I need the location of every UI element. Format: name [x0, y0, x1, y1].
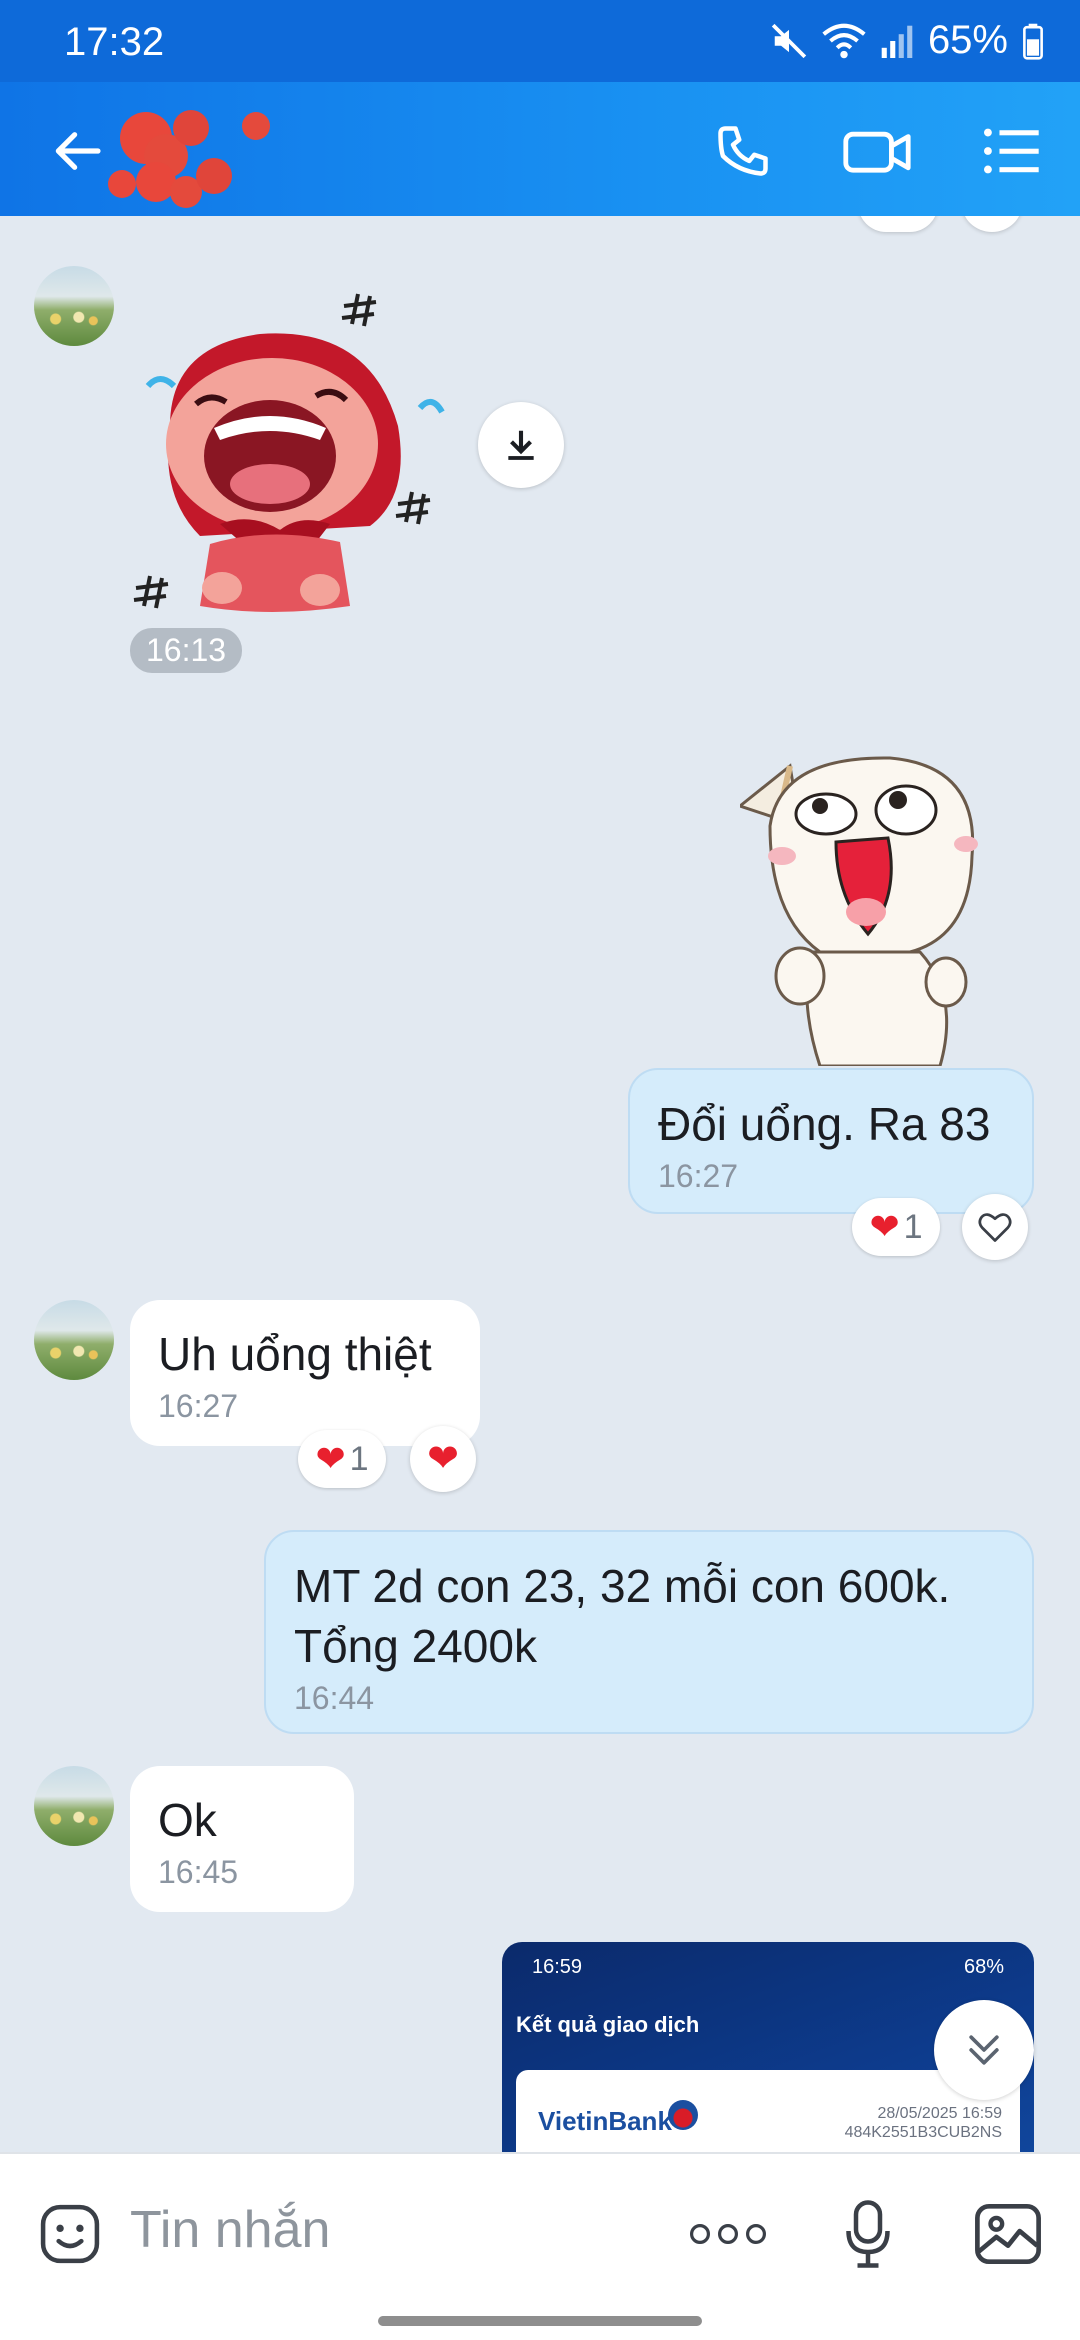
- voice-message-button[interactable]: [828, 2190, 908, 2278]
- sticker-red-hood-girl[interactable]: [130, 276, 470, 616]
- preview-receipt-card: VietinBank 28/05/2025 16:59 484K2551B3CU…: [516, 2070, 1020, 2152]
- chevron-double-down-icon: [969, 2035, 999, 2065]
- more-options-button[interactable]: [680, 2194, 776, 2274]
- contact-avatar[interactable]: [34, 1766, 114, 1846]
- more-dots-icon: [690, 2224, 766, 2244]
- previous-reaction[interactable]: [858, 216, 938, 232]
- message-time: 16:45: [158, 1854, 239, 1890]
- contact-avatar[interactable]: [34, 266, 114, 346]
- reaction-summary[interactable]: ❤ 1: [298, 1430, 386, 1488]
- message-text: Uh uổng thiệt: [158, 1328, 432, 1380]
- message-time: 16:44: [294, 1680, 375, 1716]
- heart-outline-icon: [978, 1213, 1012, 1242]
- chat-header: [0, 82, 1080, 216]
- contact-name-redacted[interactable]: [96, 104, 306, 214]
- message-time: 16:27: [158, 1388, 239, 1424]
- battery-percent: 65%: [927, 18, 1008, 62]
- sticker-button[interactable]: [30, 2194, 110, 2274]
- bank-logo-text: VietinBank: [538, 2106, 672, 2136]
- sticker-time-label: 16:13: [130, 628, 243, 673]
- previous-reaction-heart[interactable]: [962, 216, 1022, 232]
- preview-status-battery: 68%: [963, 1956, 1004, 1978]
- scroll-to-bottom-button[interactable]: [934, 2000, 1034, 2100]
- list-menu-icon: [984, 128, 1039, 174]
- save-sticker-button[interactable]: [478, 402, 564, 488]
- video-camera-icon: [843, 131, 911, 173]
- status-icons: 65%: [770, 18, 1044, 63]
- message-text: Ok: [158, 1794, 217, 1846]
- react-button[interactable]: ❤: [410, 1426, 476, 1492]
- message-composer: Tin nhắn: [0, 2152, 1080, 2304]
- preview-title: Kết quả giao dịch: [516, 2012, 700, 2037]
- message-text: Đổi uổng. Ra 83: [658, 1098, 991, 1150]
- wifi-icon: [822, 23, 866, 58]
- message-bubble-outgoing[interactable]: MT 2d con 23, 32 mỗi con 600k. Tổng 2400…: [264, 1530, 1034, 1734]
- send-image-button[interactable]: [966, 2192, 1050, 2276]
- home-gesture-handle[interactable]: [378, 2316, 702, 2326]
- contact-avatar[interactable]: [34, 1300, 114, 1380]
- chat-menu-button[interactable]: [966, 106, 1056, 196]
- message-input[interactable]: Tin nhắn: [130, 2200, 330, 2260]
- preview-status-time: 16:59: [532, 1956, 583, 1978]
- battery-icon: [1023, 23, 1043, 60]
- message-bubble-incoming[interactable]: Ok 16:45: [130, 1766, 354, 1912]
- microphone-icon: [846, 2200, 890, 2268]
- phone-icon: [718, 126, 768, 176]
- heart-icon: ❤: [869, 1206, 900, 1247]
- signal-icon: [881, 25, 913, 58]
- status-bar: 17:32 65%: [0, 0, 1080, 82]
- reaction-count: 1: [349, 1439, 369, 1478]
- system-nav-bar: [0, 2302, 1080, 2340]
- heart-icon: ❤: [315, 1438, 346, 1479]
- reaction-summary[interactable]: ❤ 1: [852, 1198, 940, 1256]
- react-button[interactable]: [962, 1194, 1028, 1260]
- preview-ref: 484K2551B3CUB2NS: [844, 2124, 1002, 2141]
- message-list[interactable]: 16:13 Đổi uổng. Ra 83 16:27 ❤ 1 Uh uổng …: [0, 216, 1080, 2152]
- voice-call-button[interactable]: [698, 106, 788, 196]
- mute-icon: [771, 23, 807, 58]
- message-text: MT 2d con 23, 32 mỗi con 600k. Tổng 2400…: [294, 1560, 951, 1672]
- reaction-count: 1: [903, 1207, 923, 1246]
- sticker-white-cat[interactable]: [740, 746, 990, 1066]
- image-gallery-icon: [975, 2203, 1041, 2265]
- preview-datetime: 28/05/2025 16:59: [877, 2105, 1002, 2122]
- preview-meta: 28/05/2025 16:59 484K2551B3CUB2NS: [845, 2104, 1002, 2142]
- emoji-sticker-icon: [40, 2204, 100, 2264]
- heart-icon: ❤: [427, 1438, 459, 1480]
- video-call-button[interactable]: [832, 106, 922, 196]
- message-bubble-outgoing[interactable]: Đổi uổng. Ra 83 16:27: [628, 1068, 1034, 1214]
- message-time: 16:27: [658, 1158, 739, 1194]
- download-icon: [508, 430, 534, 460]
- message-bubble-incoming[interactable]: Uh uổng thiệt 16:27: [130, 1300, 480, 1446]
- bank-logo-icon: [668, 2100, 698, 2130]
- status-time: 17:32: [64, 20, 165, 64]
